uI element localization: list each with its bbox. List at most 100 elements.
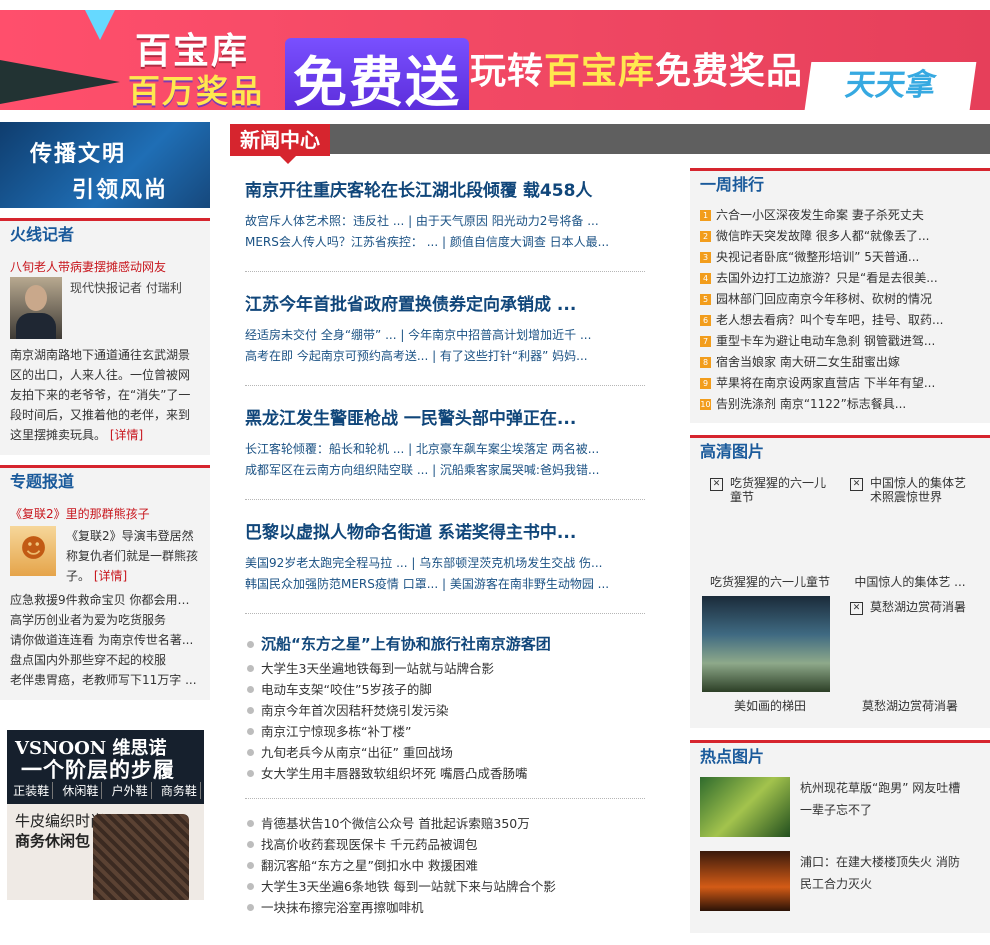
- rank-item[interactable]: 4 去国外边打工边旅游？只是“看是去很美...: [700, 268, 980, 289]
- hd-pic[interactable]: ✕ 莫愁湖边赏荷消暑 莫愁湖边赏荷消暑: [840, 596, 980, 720]
- headline[interactable]: 黑龙江发生警匪枪战 一民警头部中弹正在...: [245, 404, 645, 429]
- special-headline[interactable]: 《复联2》里的那群熊孩子: [10, 506, 200, 522]
- news-list-item[interactable]: 女大学生用丰唇器致软组织坏死 嘴唇凸成香肠嘴: [245, 763, 645, 784]
- sub-links[interactable]: 美国92岁老太跑完全程马拉 ... | 乌东部顿涅茨克机场发生交战 伤...: [245, 553, 645, 574]
- news-list-item[interactable]: 南京江宁惊现多栋“补丁楼”: [245, 721, 645, 742]
- news-list-item[interactable]: 大学生3天坐遍地铁每到一站就与站牌合影: [245, 658, 645, 679]
- ad-category[interactable]: 户外鞋: [109, 782, 152, 799]
- special-list-item[interactable]: 老伴患胃癌，老教师写下11万字 ...: [10, 670, 200, 690]
- right-column: 一周排行 1 六合一小区深夜发生命案 妻子杀死丈夫 2 微信昨天突发故障 很多人都“…: [690, 168, 990, 945]
- rank-item-label: 去国外边打工边旅游？只是“看是去很美...: [716, 271, 938, 285]
- news-list-item[interactable]: 九旬老兵今从南京“出征” 重回战场: [245, 742, 645, 763]
- ad-category[interactable]: 正装鞋: [10, 782, 54, 799]
- broken-image-icon: ✕: [710, 478, 723, 491]
- hot-reporter-headline[interactable]: 八旬老人带病妻摆摊感动网友: [10, 259, 200, 275]
- news-list-lead[interactable]: 沉船“东方之星”上有协和旅行社南京游客团: [245, 632, 645, 656]
- news-list-item[interactable]: 南京今年首次因秸秆焚烧引发污染: [245, 700, 645, 721]
- ad-category[interactable]: 休闲鞋: [59, 782, 103, 799]
- hd-pic[interactable]: ✕ 吃货猩猩的六一儿童节 吃货猩猩的六一儿童节: [700, 472, 840, 596]
- rank-number-icon: 10: [700, 399, 711, 410]
- headline[interactable]: 江苏今年首批省政府置换债券定向承销成 ...: [245, 290, 645, 315]
- headline-block: 黑龙江发生警匪枪战 一民警头部中弹正在... 长江客轮倾覆：船长和轮机 ... …: [245, 404, 645, 500]
- banner-badge: 天天拿: [804, 62, 977, 110]
- promo-line2: 引领风尚: [72, 178, 169, 203]
- hot-pics-title[interactable]: 热点图片: [700, 743, 980, 777]
- banner-slogan: 玩转百宝库免费奖品: [470, 42, 803, 94]
- hot-pic-thumbnail[interactable]: [700, 851, 790, 911]
- rank-number-icon: 1: [700, 210, 711, 221]
- special-list-item[interactable]: 盘点国内外那些穿不起的校服: [10, 650, 200, 670]
- rank-item[interactable]: 9 苹果将在南京设两家直营店 下半年有望...: [700, 373, 980, 394]
- ad-product-line1: 牛皮编织时尚: [15, 812, 106, 830]
- rank-number-icon: 6: [700, 315, 711, 326]
- special-list-item[interactable]: 高学历创业者为爱为吃货服务: [10, 610, 200, 630]
- weekly-rank-title[interactable]: 一周排行: [700, 171, 980, 205]
- hot-reporter-more-link[interactable]: [详情]: [110, 428, 143, 442]
- rank-item-label: 央视记者卧底“微整形培训” 5天普通...: [716, 250, 920, 264]
- news-list-item[interactable]: 翻沉客船“东方之星”倒扣水中 救援困难: [245, 855, 645, 876]
- special-more-link[interactable]: [详情]: [94, 569, 127, 583]
- reporter-photo[interactable]: [10, 277, 62, 339]
- hot-pic-caption[interactable]: 杭州现花草版“跑男” 网友吐槽一辈子忘不了: [800, 777, 970, 837]
- rank-item[interactable]: 8 宿舍当娘家 南大研二女生甜蜜出嫁: [700, 352, 980, 373]
- hd-pic[interactable]: 美如画的梯田: [700, 596, 840, 720]
- rank-number-icon: 7: [700, 336, 711, 347]
- rank-number-icon: 9: [700, 378, 711, 389]
- banner-decor-shape: [0, 60, 120, 104]
- rank-item[interactable]: 6 老人想去看病？叫个专车吧，挂号、取药...: [700, 310, 980, 331]
- rank-list: 1 六合一小区深夜发生命案 妻子杀死丈夫 2 微信昨天突发故障 很多人都“就像丢了.…: [700, 205, 980, 415]
- sub-links[interactable]: 韩国民众加强防范MERS疫情 口罩... | 美国游客在南非野生动物园 ...: [245, 574, 645, 595]
- rank-item[interactable]: 2 微信昨天突发故障 很多人都“就像丢了...: [700, 226, 980, 247]
- news-list-item[interactable]: 电动车支架“咬住”5岁孩子的脚: [245, 679, 645, 700]
- special-list-item[interactable]: 应急救援9件救命宝贝 你都会用吗？: [10, 590, 200, 610]
- news-main: 南京开往重庆客轮在长江湖北段倾覆 载458人 故宫斥人体艺术照：违反社 ... …: [245, 176, 645, 918]
- special-list-item[interactable]: 请你做道连连看 为南京传世名著...: [10, 630, 200, 650]
- news-list-item[interactable]: 肯德基状告10个微信公众号 首批起诉索赔350万: [245, 813, 645, 834]
- sub-links[interactable]: 成都军区在云南方向组织陆空联 ... | 沉船乘客家属哭喊:爸妈我错...: [245, 460, 645, 481]
- broken-image-icon: ✕: [850, 602, 863, 615]
- sub-links[interactable]: MERS会人传人吗？江苏省疾控： ... | 颜值自信度大调查 日本人最...: [245, 232, 645, 253]
- news-list-item[interactable]: 大学生3天坐遍6条地铁 每到一站就下来与站牌合个影: [245, 876, 645, 897]
- ad-category[interactable]: 商务鞋: [158, 782, 201, 799]
- divider: [245, 798, 645, 799]
- headline-block: 南京开往重庆客轮在长江湖北段倾覆 载458人 故宫斥人体艺术照：违反社 ... …: [245, 176, 645, 272]
- news-list-item[interactable]: 一块抹布擦完浴室再擦咖啡机: [245, 897, 645, 918]
- rank-item[interactable]: 7 重型卡车为避让电动车急刹 钢管戳进驾...: [700, 331, 980, 352]
- special-body: 《复联2》导演韦登居然称复仇者们就是一群熊孩子。: [66, 529, 199, 583]
- shoe-ad[interactable]: VSNOON 维思诺 一个阶层的步履 正装鞋 休闲鞋 户外鞋 商务鞋 牛皮编织时…: [7, 730, 204, 900]
- rank-item[interactable]: 5 园林部门回应南京今年移树、砍树的情况: [700, 289, 980, 310]
- special-report-title[interactable]: 专题报道: [10, 468, 200, 500]
- hd-pics-grid: ✕ 吃货猩猩的六一儿童节 吃货猩猩的六一儿童节 ✕ 中国惊人的集体艺术照震惊世界…: [700, 472, 980, 720]
- news-list-item[interactable]: 找高价收药套现医保卡 千元药品被调包: [245, 834, 645, 855]
- sub-links[interactable]: 高考在即 今起南京可预约高考送... | 有了这些打针“利器” 妈妈...: [245, 346, 645, 367]
- hot-pic-item[interactable]: 浦口：在建大楼楼顶失火 消防民工合力灭火: [700, 851, 980, 911]
- terrace-photo[interactable]: [702, 596, 830, 692]
- hd-pic[interactable]: ✕ 中国惊人的集体艺术照震惊世界 中国惊人的集体艺 ...: [840, 472, 980, 596]
- rank-item[interactable]: 10 告别洗涤剂 南京“1122”标志餐具...: [700, 394, 980, 415]
- sub-links[interactable]: 长江客轮倾覆：船长和轮机 ... | 北京豪车飙车案尘埃落定 两名被...: [245, 439, 645, 460]
- rank-item[interactable]: 3 央视记者卧底“微整形培训” 5天普通...: [700, 247, 980, 268]
- promo-banner[interactable]: 传播文明 引领风尚: [0, 122, 210, 208]
- special-thumbnail[interactable]: [10, 526, 56, 576]
- hot-pic-item[interactable]: 杭州现花草版“跑男” 网友吐槽一辈子忘不了: [700, 777, 980, 837]
- rank-item-label: 老人想去看病？叫个专车吧，挂号、取药...: [716, 313, 944, 327]
- headline[interactable]: 巴黎以虚拟人物命名街道 系诺奖得主书中...: [245, 518, 645, 543]
- hd-pic-caption[interactable]: 中国惊人的集体艺 ...: [840, 573, 980, 590]
- sub-links[interactable]: 故宫斥人体艺术照：违反社 ... | 由于天气原因 阳光动力2号将备 ...: [245, 211, 645, 232]
- hd-pic-caption[interactable]: 莫愁湖边赏荷消暑: [840, 697, 980, 714]
- hot-pic-thumbnail[interactable]: [700, 777, 790, 837]
- hd-pics-title[interactable]: 高清图片: [700, 438, 980, 472]
- top-banner-ad[interactable]: 百宝库 百万奖品 免费送 玩转百宝库免费奖品 天天拿: [0, 10, 990, 110]
- rank-item[interactable]: 1 六合一小区深夜发生命案 妻子杀死丈夫: [700, 205, 980, 226]
- news-center-header: 新闻中心: [230, 124, 990, 164]
- hd-pic-caption[interactable]: 吃货猩猩的六一儿童节: [700, 573, 840, 590]
- rank-item-label: 宿舍当娘家 南大研二女生甜蜜出嫁: [716, 355, 900, 369]
- news-center-title[interactable]: 新闻中心: [230, 124, 330, 164]
- headline[interactable]: 南京开往重庆客轮在长江湖北段倾覆 载458人: [245, 176, 645, 201]
- sub-links[interactable]: 经适房未交付 全身“绷带” ... | 今年南京中招普高计划增加近千 ...: [245, 325, 645, 346]
- hot-reporter-title[interactable]: 火线记者: [10, 221, 200, 253]
- rank-item-label: 微信昨天突发故障 很多人都“就像丢了...: [716, 229, 930, 243]
- hd-pic-caption[interactable]: 美如画的梯田: [700, 697, 840, 714]
- hd-pic-alt: 莫愁湖边赏荷消暑: [870, 600, 967, 614]
- hot-pic-caption[interactable]: 浦口：在建大楼楼顶失火 消防民工合力灭火: [800, 851, 970, 911]
